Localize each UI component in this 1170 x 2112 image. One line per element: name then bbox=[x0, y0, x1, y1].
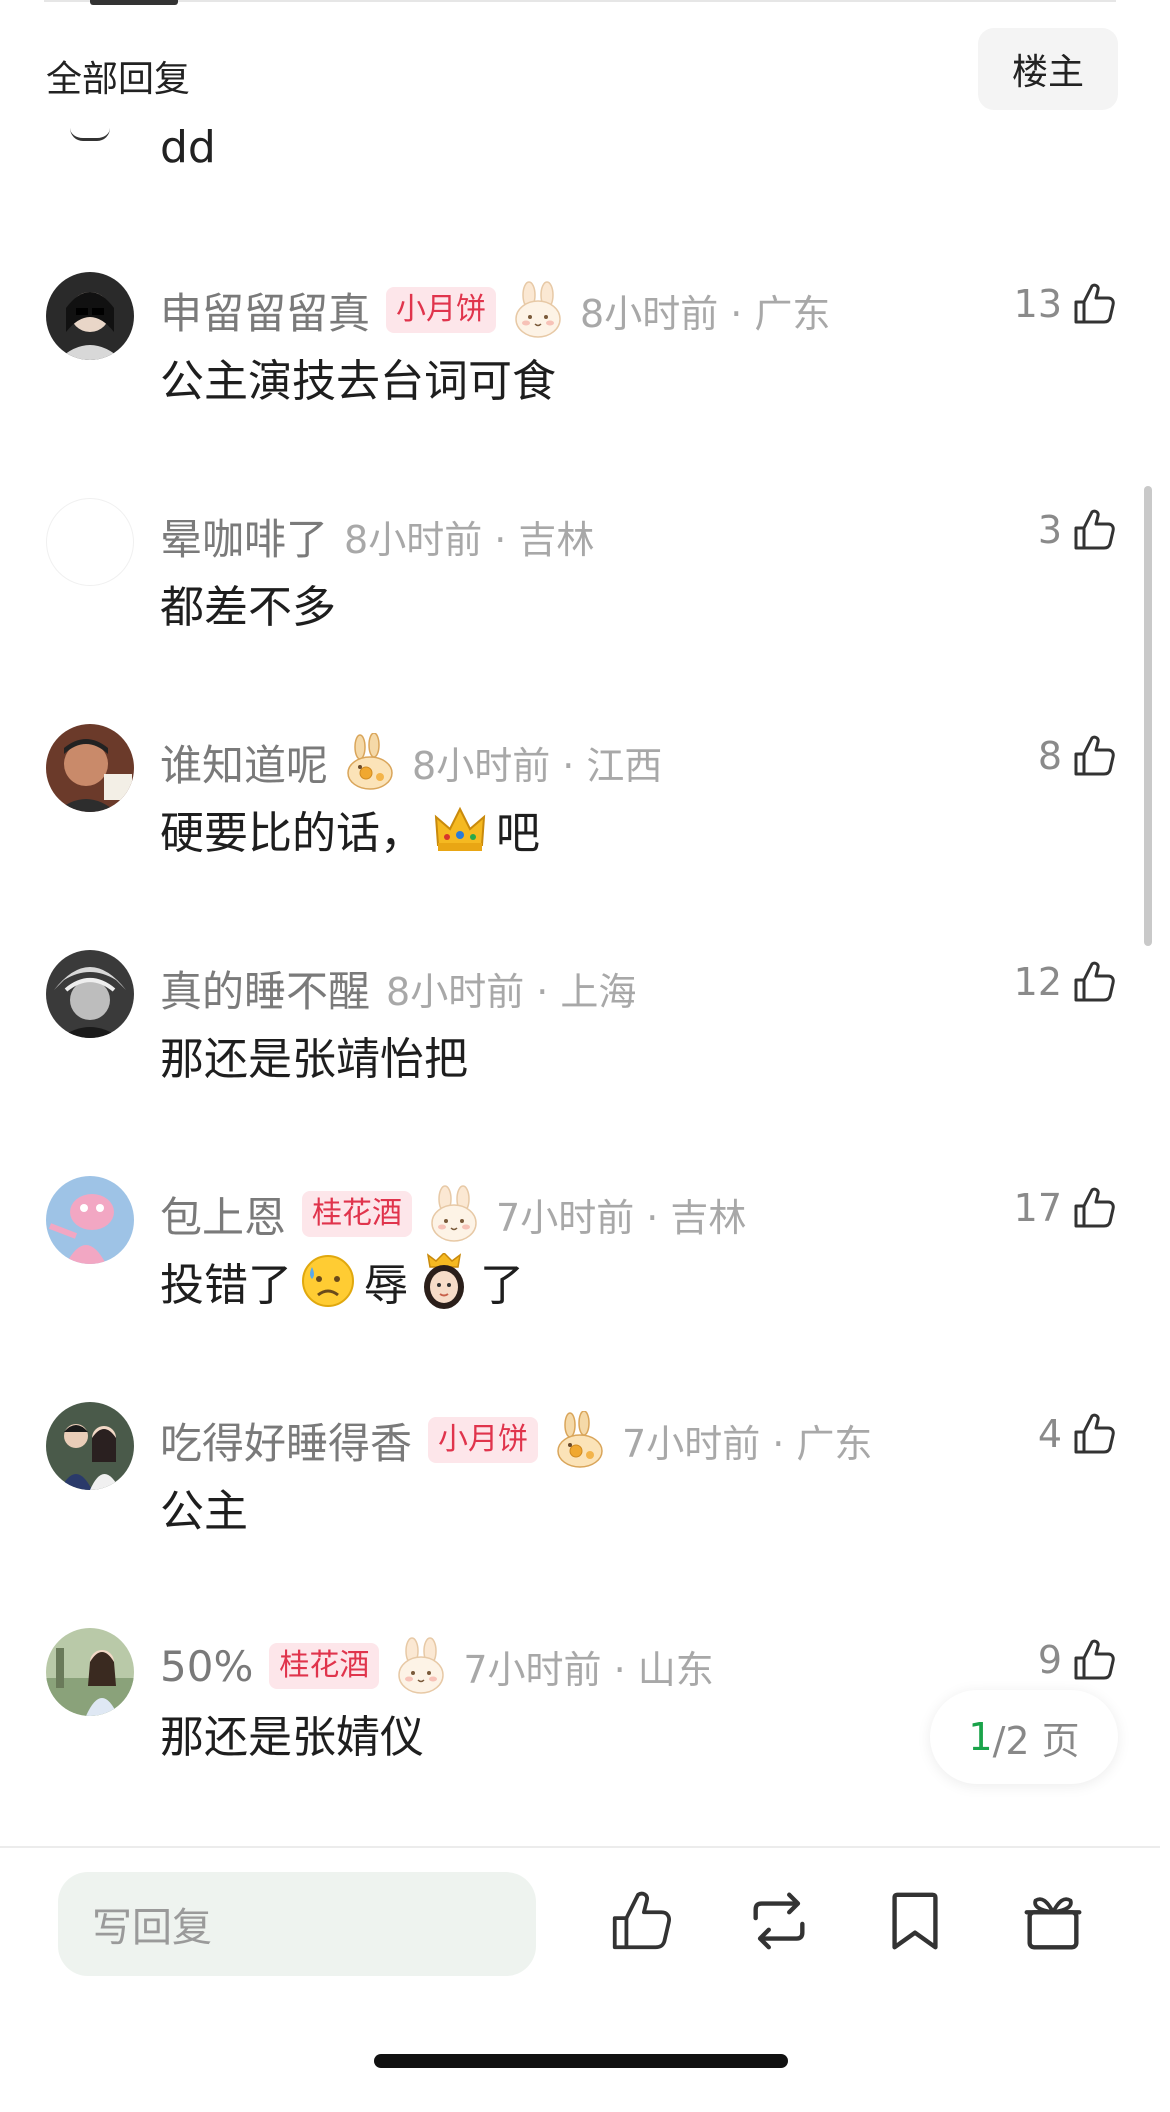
comment-text: 硬要比的话， 吧 bbox=[160, 794, 540, 864]
rabbit-icon bbox=[428, 1185, 480, 1243]
avatar[interactable] bbox=[46, 1628, 134, 1716]
princess-emoji-icon bbox=[424, 1253, 464, 1309]
comment-time: 8小时前 · 吉林 bbox=[344, 517, 595, 562]
comment-time: 7小时前 · 吉林 bbox=[496, 1195, 747, 1240]
comment-text: 投错了 辱 了 bbox=[160, 1246, 524, 1316]
comment-meta: 谁知道呢 8小时前 · 江西 bbox=[160, 730, 662, 794]
like-control[interactable]: 12 bbox=[1014, 958, 1118, 1006]
thumbs-up-icon[interactable] bbox=[1070, 506, 1118, 554]
rabbit-icon bbox=[554, 1411, 606, 1469]
comment-item: 包上恩 桂花酒 7小时前 · 吉林 17 投错了 辱 了 bbox=[0, 1176, 1170, 1402]
owner-filter-button[interactable]: 楼主 bbox=[978, 28, 1118, 110]
comment-meta: 包上恩 桂花酒 7小时前 · 吉林 bbox=[160, 1182, 746, 1246]
thumbs-up-icon[interactable] bbox=[1070, 1410, 1118, 1458]
comment-text-part: 了 bbox=[480, 1260, 524, 1311]
total-pages: /2 页 bbox=[992, 1718, 1080, 1763]
like-icon[interactable] bbox=[606, 1886, 676, 1956]
avatar[interactable] bbox=[46, 950, 134, 1038]
comment-meta: 50% 桂花酒 7小时前 · 山东 bbox=[160, 1634, 714, 1698]
username[interactable]: 吃得好睡得香 bbox=[160, 1410, 412, 1471]
comment-time: 8小时前 · 上海 bbox=[386, 969, 637, 1014]
username[interactable]: 谁知道呢 bbox=[160, 732, 328, 793]
like-control[interactable]: 17 bbox=[1014, 1184, 1118, 1232]
like-count: 4 bbox=[1037, 1412, 1062, 1456]
avatar[interactable] bbox=[46, 272, 134, 360]
bottom-action-bar: 写回复 bbox=[0, 1846, 1160, 2112]
comment-text-part: 硬要比的话， bbox=[160, 808, 424, 859]
like-control[interactable]: 13 bbox=[1014, 280, 1118, 328]
comment-time: 8小时前 · 江西 bbox=[412, 743, 663, 788]
comment-text-part: 辱 bbox=[364, 1260, 408, 1311]
page-indicator[interactable]: 1/2 页 bbox=[930, 1690, 1118, 1784]
comment-item: 谁知道呢 8小时前 · 江西 8 硬要比的话， 吧 bbox=[0, 724, 1170, 950]
thumbs-up-icon[interactable] bbox=[1070, 280, 1118, 328]
comment-text: 公主演技去台词可食 bbox=[160, 356, 556, 407]
user-badge: 小月饼 bbox=[428, 1417, 539, 1463]
thumbs-up-icon[interactable] bbox=[1070, 1636, 1118, 1684]
replies-header: 全部回复 楼主 bbox=[0, 0, 1170, 140]
username[interactable]: 申留留留真 bbox=[160, 280, 370, 341]
comment-text: 那还是张靖怡把 bbox=[160, 1034, 468, 1085]
comment-meta: 晕咖啡了 8小时前 · 吉林 bbox=[160, 504, 594, 568]
username[interactable]: 50% bbox=[160, 1642, 253, 1691]
comment-text: 那还是张婧仪 bbox=[160, 1712, 424, 1763]
comment-text: 公主 bbox=[160, 1486, 248, 1537]
comment-item: 吃得好睡得香 小月饼 7小时前 · 广东 4 公主 bbox=[0, 1402, 1170, 1628]
avatar[interactable] bbox=[46, 1176, 134, 1264]
comment-meta: 真的睡不醒 8小时前 · 上海 bbox=[160, 956, 636, 1020]
like-control[interactable]: 3 bbox=[1038, 506, 1118, 554]
rabbit-icon bbox=[512, 281, 564, 339]
thumbs-up-icon[interactable] bbox=[1070, 1184, 1118, 1232]
comment-text: dd bbox=[160, 122, 216, 173]
like-count: 12 bbox=[1013, 960, 1062, 1004]
thumbs-up-icon[interactable] bbox=[1070, 732, 1118, 780]
comment-item: 晕咖啡了 8小时前 · 吉林 3 都差不多 bbox=[0, 498, 1170, 724]
avatar[interactable] bbox=[46, 498, 134, 586]
avatar[interactable] bbox=[46, 1402, 134, 1490]
comment-item: 真的睡不醒 8小时前 · 上海 12 那还是张靖怡把 bbox=[0, 950, 1170, 1176]
scrollbar[interactable] bbox=[1144, 486, 1152, 946]
thumbs-up-icon[interactable] bbox=[1070, 958, 1118, 1006]
comment-text: 都差不多 bbox=[160, 582, 336, 633]
current-page: 1 bbox=[968, 1715, 993, 1759]
comment-meta: 吃得好睡得香 小月饼 7小时前 · 广东 bbox=[160, 1408, 872, 1472]
repost-icon[interactable] bbox=[744, 1886, 814, 1956]
rabbit-icon bbox=[344, 733, 396, 791]
user-badge: 桂花酒 bbox=[269, 1643, 380, 1689]
like-control[interactable]: 4 bbox=[1038, 1410, 1118, 1458]
like-control[interactable]: 9 bbox=[1038, 1636, 1118, 1684]
comment-meta: 申留留留真 小月饼 8小时前 · 广东 bbox=[160, 278, 830, 342]
avatar[interactable] bbox=[46, 724, 134, 812]
like-control[interactable]: 8 bbox=[1038, 732, 1118, 780]
username[interactable]: 真的睡不醒 bbox=[160, 958, 370, 1019]
comment-time: 7小时前 · 山东 bbox=[463, 1647, 714, 1692]
all-replies-title: 全部回复 bbox=[46, 59, 191, 100]
comment-time: 8小时前 · 广东 bbox=[580, 291, 831, 336]
like-count: 17 bbox=[1013, 1186, 1062, 1230]
bookmark-icon[interactable] bbox=[880, 1886, 950, 1956]
username[interactable]: 晕咖啡了 bbox=[160, 506, 328, 567]
like-count: 8 bbox=[1037, 734, 1062, 778]
comment-text-part: 投错了 bbox=[160, 1260, 292, 1311]
comment-item: 申留留留真 小月饼 8小时前 · 广东 13 公主演技去台词可食 bbox=[0, 272, 1170, 498]
home-indicator bbox=[374, 2054, 788, 2068]
username[interactable]: 包上恩 bbox=[160, 1184, 286, 1245]
comment-time: 7小时前 · 广东 bbox=[622, 1421, 873, 1466]
comment-text-part: 吧 bbox=[496, 808, 540, 859]
rabbit-icon bbox=[395, 1637, 447, 1695]
user-badge: 小月饼 bbox=[386, 287, 497, 333]
like-count: 9 bbox=[1037, 1638, 1062, 1682]
like-count: 3 bbox=[1037, 508, 1062, 552]
crown-emoji-icon bbox=[434, 806, 486, 851]
sad-sweat-emoji-icon bbox=[302, 1255, 354, 1307]
gift-icon[interactable] bbox=[1018, 1886, 1088, 1956]
reply-input[interactable]: 写回复 bbox=[58, 1872, 536, 1976]
user-badge: 桂花酒 bbox=[302, 1191, 413, 1237]
like-count: 13 bbox=[1013, 282, 1062, 326]
